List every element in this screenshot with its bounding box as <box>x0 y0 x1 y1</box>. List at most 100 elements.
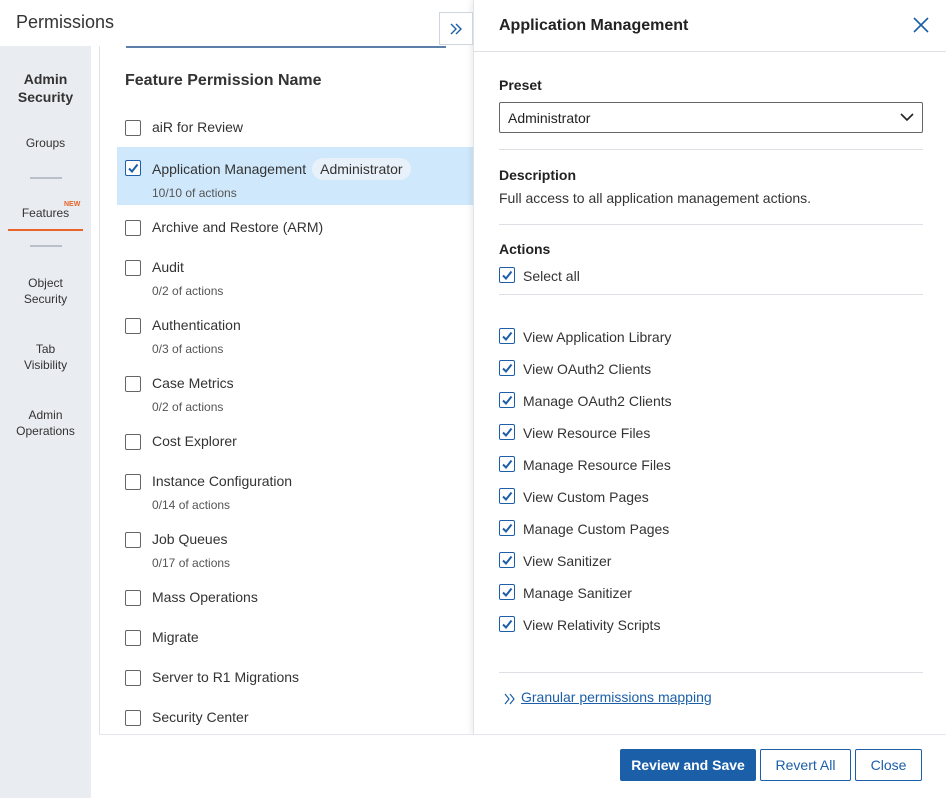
sidebar-item-tab-visibility[interactable]: Tab Visibility <box>0 341 91 373</box>
action-label: Manage OAuth2 Clients <box>523 393 672 409</box>
feature-checkbox[interactable] <box>125 710 141 726</box>
action-checkbox[interactable] <box>499 584 515 600</box>
checkmark-icon <box>128 163 139 174</box>
feature-name: Archive and Restore (ARM) <box>152 219 323 235</box>
feature-checkbox[interactable] <box>125 474 141 490</box>
feature-row[interactable]: Security Center <box>117 706 474 734</box>
close-icon[interactable] <box>912 16 930 34</box>
sidebar-item-label: Features <box>21 206 70 220</box>
search-underline <box>126 46 446 48</box>
feature-checkbox[interactable] <box>125 120 141 136</box>
sidebar-item-admin-operations[interactable]: Admin Operations <box>0 407 91 439</box>
action-checkbox[interactable] <box>499 360 515 376</box>
action-label: View Application Library <box>523 329 672 345</box>
description-label: Description <box>499 167 577 183</box>
checkmark-icon <box>502 270 513 281</box>
action-checkbox[interactable] <box>499 552 515 568</box>
sidebar-item-label: Tab Visibility <box>23 342 68 372</box>
feature-name: Security Center <box>152 709 248 725</box>
feature-checkbox[interactable] <box>125 318 141 334</box>
feature-name-text: Audit <box>152 259 184 275</box>
chevron-down-icon <box>900 113 914 122</box>
feature-row[interactable]: Audit 0/2 of actions <box>117 256 474 306</box>
sidebar-title-text: Admin Security <box>17 71 74 105</box>
feature-name-text: Migrate <box>152 629 199 645</box>
feature-name: Cost Explorer <box>152 433 237 449</box>
feature-action-count: 0/2 of actions <box>152 284 224 298</box>
sidebar-item-groups[interactable]: Groups <box>0 135 91 151</box>
feature-row[interactable]: Application Management Administrator 10/10… <box>117 147 474 205</box>
feature-name: aiR for Review <box>152 119 243 135</box>
detail-panel: Application Management Preset Administra… <box>473 0 946 734</box>
double-chevron-right-icon <box>450 23 462 34</box>
action-checkbox[interactable] <box>499 488 515 504</box>
review-and-save-button[interactable]: Review and Save <box>620 749 756 781</box>
feature-checkbox[interactable] <box>125 260 141 276</box>
list-heading: Feature Permission Name <box>125 72 322 89</box>
feature-name: Job Queues <box>152 531 228 547</box>
feature-checkbox[interactable] <box>125 532 141 548</box>
feature-name: Instance Configuration <box>152 473 292 489</box>
sidebar-item-label: Object Security <box>23 276 68 306</box>
action-label: View Resource Files <box>523 425 651 441</box>
feature-row[interactable]: Migrate <box>117 626 474 656</box>
feature-row[interactable]: aiR for Review <box>117 116 474 146</box>
action-checkbox[interactable] <box>499 520 515 536</box>
feature-row[interactable]: Cost Explorer <box>117 430 474 460</box>
action-checkbox[interactable] <box>499 328 515 344</box>
divider <box>499 149 923 150</box>
feature-checkbox[interactable] <box>125 590 141 606</box>
action-label: View Relativity Scripts <box>523 617 661 633</box>
feature-row[interactable]: Mass Operations <box>117 586 474 616</box>
action-label: View OAuth2 Clients <box>523 361 652 377</box>
feature-name: Server to R1 Migrations <box>152 669 299 685</box>
feature-row[interactable]: Job Queues 0/17 of actions <box>117 528 474 578</box>
action-label: View Sanitizer <box>523 553 612 569</box>
feature-name-text: Application Management <box>152 161 307 177</box>
checkmark-icon <box>502 395 513 406</box>
checkmark-icon <box>502 491 513 502</box>
feature-checkbox[interactable] <box>125 160 141 176</box>
feature-name-text: Archive and Restore (ARM) <box>152 219 324 235</box>
close-button[interactable]: Close <box>855 749 922 781</box>
feature-action-count: 0/2 of actions <box>152 400 224 414</box>
checkmark-icon <box>502 331 513 342</box>
sidebar-divider <box>30 177 62 179</box>
actions-label: Actions <box>499 241 551 257</box>
action-checkbox[interactable] <box>499 616 515 632</box>
preset-badge: Administrator <box>312 158 411 180</box>
checkmark-icon <box>502 587 513 598</box>
feature-checkbox[interactable] <box>125 376 141 392</box>
feature-row[interactable]: Archive and Restore (ARM) <box>117 216 474 246</box>
feature-row[interactable]: Authentication 0/3 of actions <box>117 314 474 364</box>
checkbox[interactable] <box>499 267 515 283</box>
revert-all-button[interactable]: Revert All <box>760 749 851 781</box>
feature-checkbox[interactable] <box>125 220 141 236</box>
feature-name: Migrate <box>152 629 199 645</box>
feature-checkbox[interactable] <box>125 434 141 450</box>
feature-name-text: Case Metrics <box>152 375 234 391</box>
feature-checkbox[interactable] <box>125 630 141 646</box>
sidebar-item-object-security[interactable]: Object Security <box>0 275 91 307</box>
checkmark-icon <box>502 459 513 470</box>
feature-row[interactable]: Case Metrics 0/2 of actions <box>117 372 474 422</box>
feature-name-text: aiR for Review <box>152 119 244 135</box>
granular-link-text[interactable]: Granular permissions mapping <box>521 689 712 705</box>
action-label: Manage Custom Pages <box>523 521 670 537</box>
feature-name-text: Authentication <box>152 317 241 333</box>
new-badge: NEW <box>64 201 81 208</box>
action-checkbox[interactable] <box>499 424 515 440</box>
action-label: View Custom Pages <box>523 489 649 505</box>
feature-checkbox[interactable] <box>125 670 141 686</box>
checkmark-icon <box>502 523 513 534</box>
preset-select-value: Administrator <box>508 110 591 126</box>
expand-panel-button[interactable] <box>439 12 473 45</box>
feature-name-text: Server to R1 Migrations <box>152 669 300 685</box>
feature-row[interactable]: Instance Configuration 0/14 of actions <box>117 470 474 520</box>
divider <box>499 294 923 295</box>
feature-row[interactable]: Server to R1 Migrations <box>117 666 474 696</box>
feature-action-count: 10/10 of actions <box>152 186 237 200</box>
action-checkbox[interactable] <box>499 392 515 408</box>
preset-select[interactable]: Administrator <box>499 102 923 133</box>
action-checkbox[interactable] <box>499 456 515 472</box>
